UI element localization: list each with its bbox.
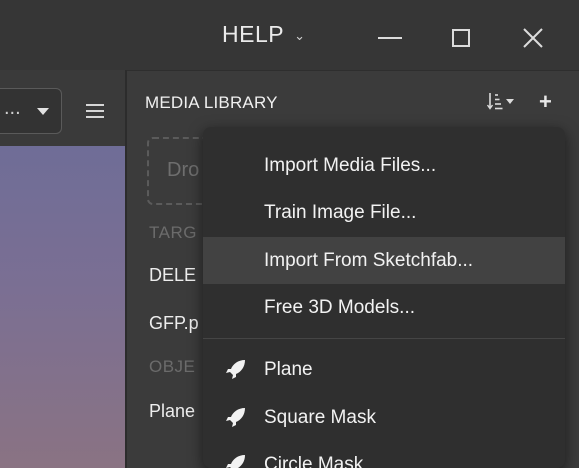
hamburger-menu-icon[interactable] (86, 104, 104, 118)
target-section-label: TARG (149, 223, 197, 242)
target-item[interactable]: GFP.p (149, 313, 199, 334)
maximize-icon (452, 29, 470, 47)
view-dropdown[interactable]: ... (0, 88, 62, 134)
menu-item-label: Square Mask (264, 406, 376, 428)
rocket-icon (226, 408, 245, 427)
close-button[interactable] (513, 18, 553, 54)
menu-item-label: Import Media Files... (264, 154, 437, 176)
target-item[interactable]: DELE (149, 265, 196, 286)
minimize-icon (378, 37, 402, 39)
menu-item-label: Import From Sketchfab... (264, 249, 474, 271)
chevron-down-icon: ⌄ (294, 28, 306, 43)
caret-down-icon (506, 98, 514, 104)
menu-item-label: Train Image File... (264, 201, 417, 223)
title-bar: HELP ⌄ (0, 0, 579, 70)
rocket-icon (226, 360, 245, 379)
view-dropdown-value: ... (4, 96, 21, 119)
menu-item-import-from-sketchfab[interactable]: Import From Sketchfab... (203, 237, 565, 284)
rocket-icon (226, 455, 245, 468)
help-menu[interactable]: HELP ⌄ (222, 18, 306, 50)
add-media-button[interactable]: + (539, 89, 552, 115)
menu-item-circle-mask[interactable]: Circle Mask (203, 441, 565, 468)
menu-separator (203, 338, 565, 339)
menu-item-train-image-file[interactable]: Train Image File... (203, 189, 565, 236)
maximize-button[interactable] (441, 18, 481, 54)
panel-title: MEDIA LIBRARY (145, 93, 278, 112)
menu-item-label: Plane (264, 358, 313, 380)
menu-item-import-media-files[interactable]: Import Media Files... (203, 142, 565, 189)
viewport-toolbar: ... (0, 70, 125, 146)
menu-item-label: Free 3D Models... (264, 296, 415, 318)
add-media-context-menu: Import Media Files... Train Image File..… (203, 127, 565, 468)
sort-button[interactable] (487, 92, 514, 110)
caret-down-icon (36, 107, 49, 115)
menu-item-plane[interactable]: Plane (203, 346, 565, 393)
help-menu-label: HELP (222, 20, 285, 47)
menu-item-label: Circle Mask (264, 453, 364, 468)
menu-item-square-mask[interactable]: Square Mask (203, 394, 565, 441)
sort-icon (487, 93, 503, 110)
scene-viewport[interactable] (0, 146, 125, 468)
menu-item-free-3d-models[interactable]: Free 3D Models... (203, 284, 565, 331)
minimize-button[interactable] (370, 18, 410, 54)
object-section-label: OBJE (149, 357, 196, 376)
close-icon (523, 28, 543, 48)
object-item[interactable]: Plane (149, 401, 195, 422)
